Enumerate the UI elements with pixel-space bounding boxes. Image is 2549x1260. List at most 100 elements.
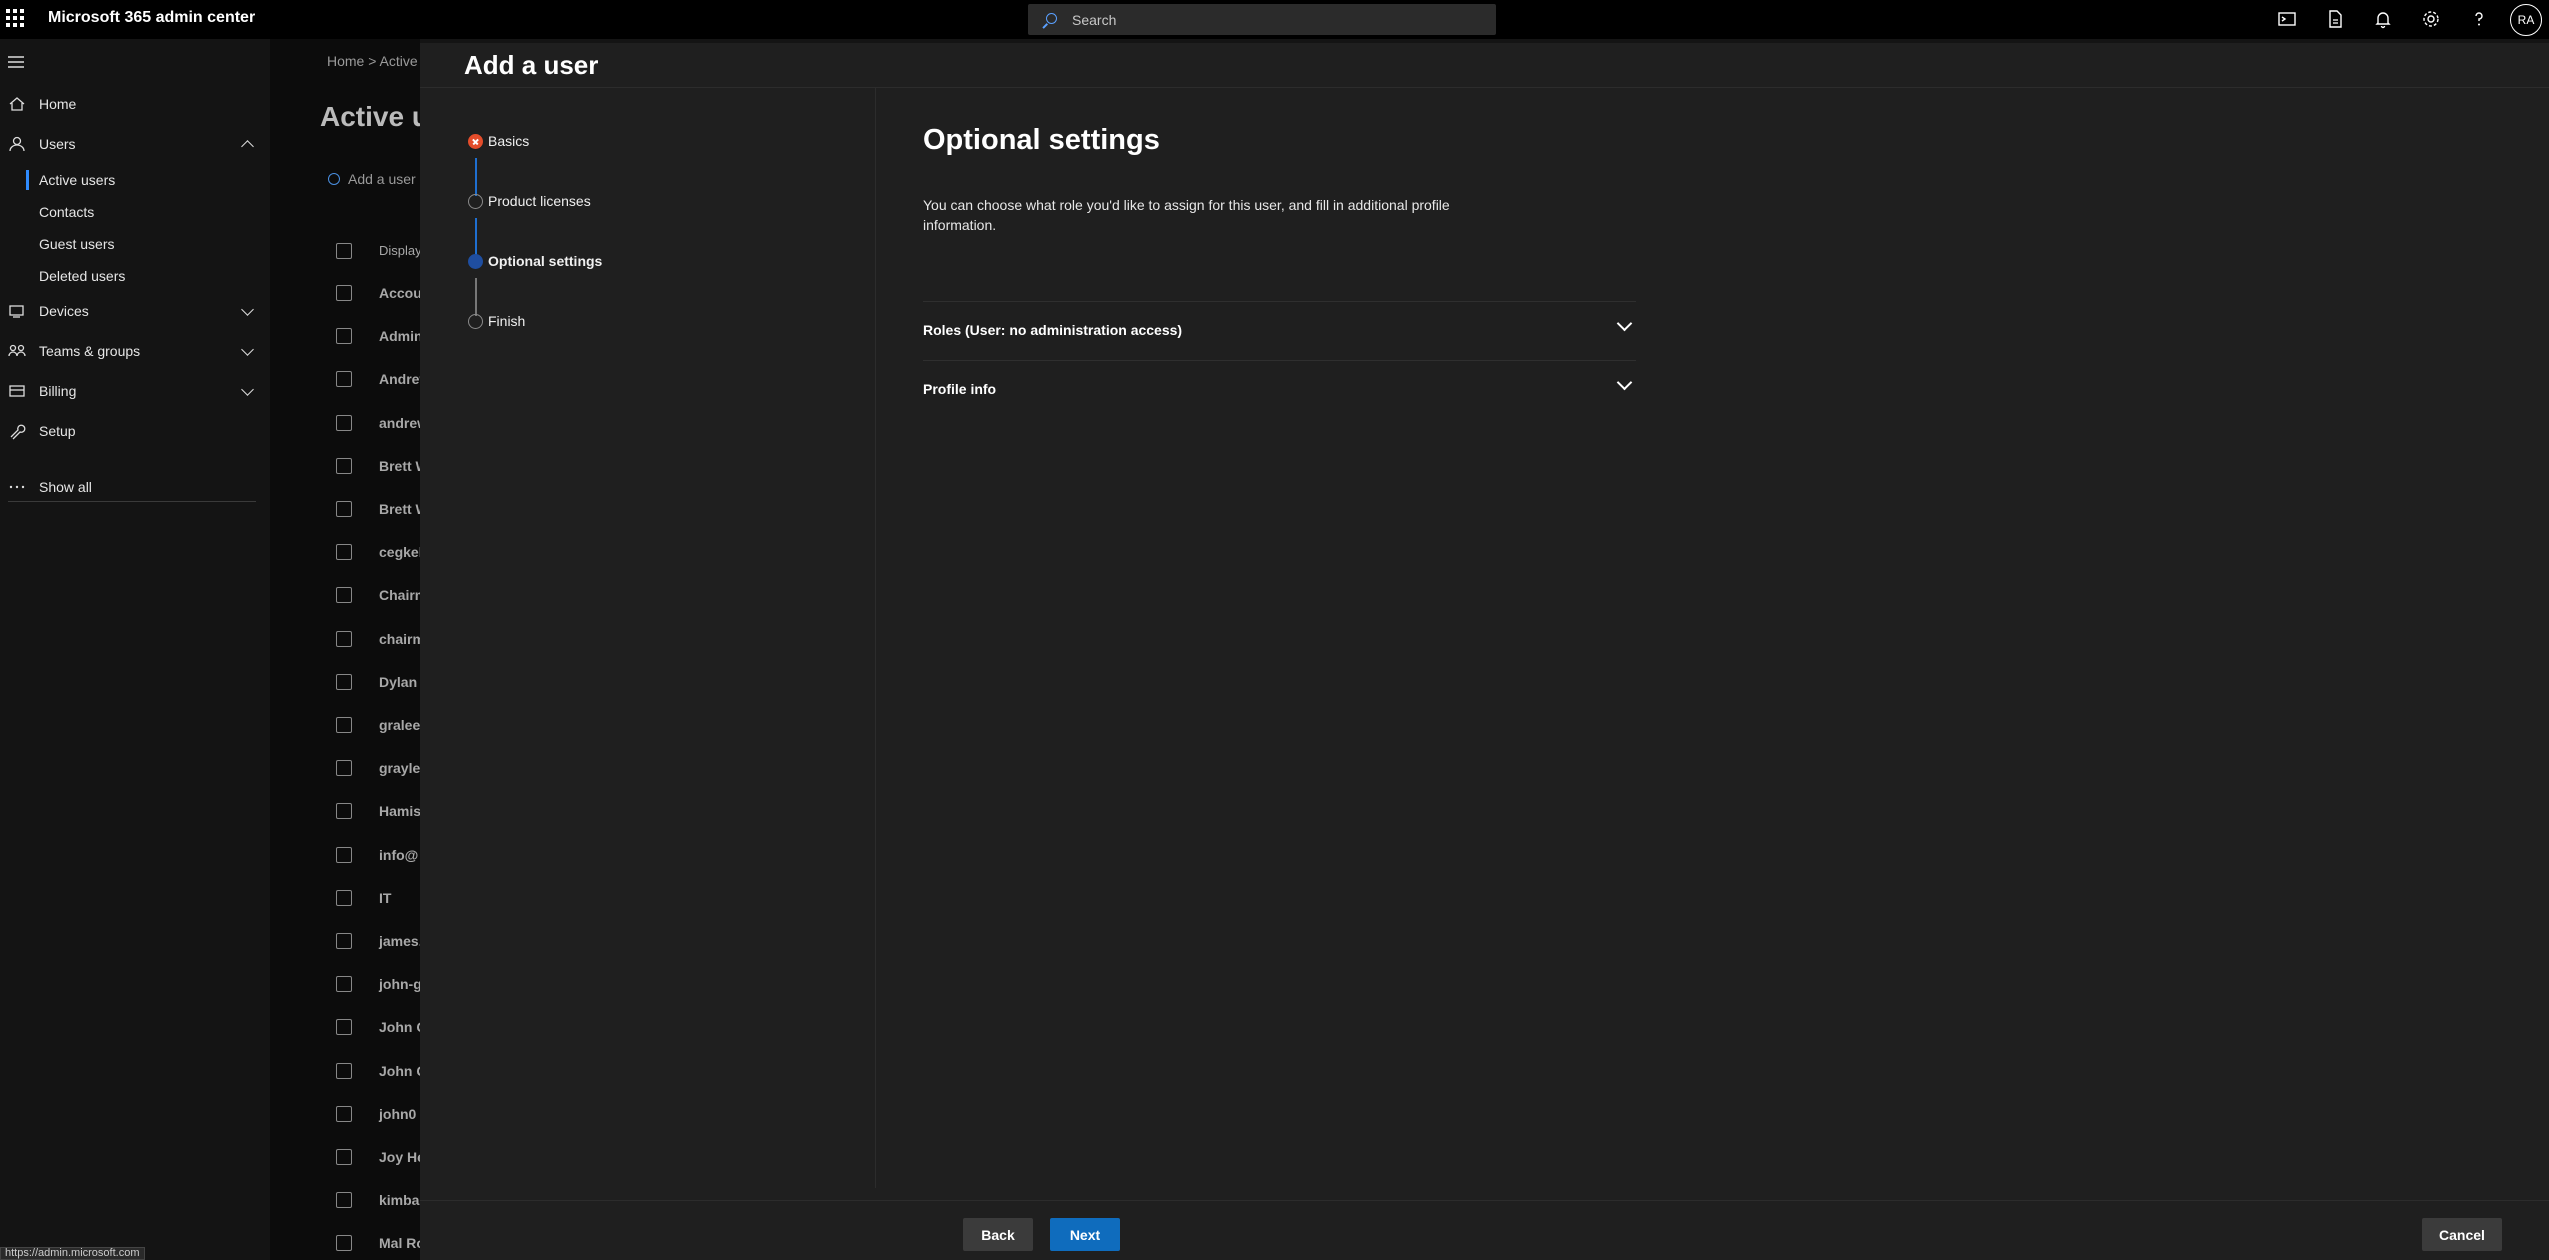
row-display-name: andrew [379, 414, 420, 431]
nav-sub-label: Contacts [39, 204, 95, 220]
nav-label: Devices [39, 303, 89, 319]
person-add-icon [328, 173, 340, 185]
chevron-down-icon[interactable] [1616, 315, 1633, 332]
roles-accordion[interactable]: Roles (User: no administration access) [923, 301, 1636, 359]
cancel-button[interactable]: Cancel [2422, 1218, 2502, 1251]
row-display-name: kimba [379, 1192, 420, 1209]
step-circle-icon [468, 194, 483, 209]
row-display-name: Brett W [379, 457, 420, 474]
checkbox [336, 1062, 352, 1079]
checkbox [336, 587, 352, 604]
checkbox [336, 501, 352, 517]
checkbox [336, 673, 352, 690]
row-display-name: Andrew [379, 371, 420, 388]
status-url: https://admin.microsoft.com [0, 1247, 145, 1260]
row-display-name: Dylan [379, 673, 418, 690]
add-user-command: Add a user [328, 171, 416, 187]
credit-card-icon [9, 385, 25, 397]
profile-info-accordion[interactable]: Profile info [923, 360, 1636, 418]
chevron-down-icon [241, 383, 254, 396]
panel-title: Add a user [464, 50, 599, 80]
nav-item-users[interactable]: Users [0, 129, 270, 159]
row-display-name: james. [379, 933, 420, 949]
row-display-name: chairm [379, 630, 420, 647]
nav-sub-guest-users[interactable]: Guest users [0, 229, 270, 259]
row-display-name: cegkel [379, 544, 420, 561]
search-icon [1046, 13, 1057, 24]
nav-item-setup[interactable]: Setup [0, 416, 270, 446]
row-display-name: john-g [379, 976, 420, 993]
nav-item-teams-groups[interactable]: Teams & groups [0, 336, 270, 366]
footer-divider [420, 1200, 2549, 1201]
nav-label: Users [39, 136, 76, 152]
checkbox [336, 544, 352, 561]
step-connector [475, 278, 477, 316]
nav-sub-contacts[interactable]: Contacts [0, 197, 270, 227]
nav-item-billing[interactable]: Billing [0, 376, 270, 406]
checkbox [336, 760, 352, 777]
document-icon[interactable] [2324, 8, 2346, 30]
nav-sub-deleted-users[interactable]: Deleted users [0, 261, 270, 291]
nav-item-devices[interactable]: Devices [0, 296, 270, 326]
checkbox [336, 1019, 352, 1036]
checkbox [336, 328, 352, 345]
row-display-name: Joy He [379, 1149, 420, 1165]
app-launcher-icon[interactable] [6, 9, 24, 27]
section-description: You can choose what role you'd like to a… [923, 197, 1450, 233]
checkbox [336, 285, 352, 301]
checkbox [336, 846, 352, 863]
top-bar: Microsoft 365 admin center Search RA [0, 0, 2549, 39]
step-connector [475, 158, 477, 196]
row-display-name: John C [379, 1019, 420, 1036]
step-label: Optional settings [488, 253, 603, 269]
checkbox [336, 889, 352, 906]
column-header: Display name [379, 243, 420, 258]
row-display-name: john0 [379, 1105, 417, 1122]
settings-gear-icon[interactable] [2420, 8, 2442, 30]
divider [875, 88, 876, 1188]
row-display-name: Brett W [379, 501, 420, 517]
home-icon [9, 97, 25, 111]
nav-item-home[interactable]: Home [0, 89, 270, 119]
checkbox [336, 1235, 352, 1252]
checkbox [336, 414, 352, 431]
chevron-up-icon [241, 140, 254, 153]
nav-sub-label: Deleted users [39, 268, 126, 284]
chevron-down-icon[interactable] [1616, 374, 1633, 391]
add-user-panel: Add a user Basics Product licenses Optio… [420, 43, 2549, 1260]
chevron-down-icon [241, 303, 254, 316]
app-title[interactable]: Microsoft 365 admin center [48, 9, 255, 27]
row-display-name: gralee [379, 717, 420, 733]
nav-sub-active-users[interactable]: Active users [0, 165, 270, 195]
checkbox [336, 803, 352, 820]
background-active-users-page: Home > Active users Active users Add a u… [270, 39, 420, 1260]
checkbox [336, 976, 352, 993]
step-circle-icon [468, 314, 483, 329]
nav-item-show-all[interactable]: Show all [0, 472, 270, 502]
notification-bell-icon[interactable] [2372, 8, 2394, 30]
search-box[interactable]: Search [1028, 4, 1496, 35]
divider [420, 87, 2549, 88]
step-connector [475, 218, 477, 256]
nav-sub-label: Active users [39, 172, 116, 188]
help-icon[interactable] [2468, 8, 2490, 30]
breadcrumb: Home > Active users [327, 53, 420, 69]
next-button[interactable]: Next [1050, 1218, 1120, 1251]
checkbox [336, 371, 352, 388]
search-input[interactable]: Search [1072, 12, 1116, 28]
nav-label: Show all [39, 479, 92, 495]
user-avatar[interactable]: RA [2510, 4, 2542, 36]
checkbox [336, 243, 352, 259]
back-button[interactable]: Back [963, 1218, 1033, 1251]
checkbox [336, 1149, 352, 1165]
checkbox [336, 457, 352, 474]
row-display-name: info@ [379, 846, 419, 863]
hamburger-menu-icon[interactable] [8, 56, 26, 68]
terminal-icon[interactable] [2276, 8, 2298, 30]
checkbox [336, 630, 352, 647]
accordion-label: Profile info [923, 381, 997, 397]
step-label: Basics [488, 133, 530, 149]
nav-sub-label: Guest users [39, 236, 115, 252]
section-title: Optional settings [923, 124, 1160, 156]
devices-icon [9, 305, 24, 318]
